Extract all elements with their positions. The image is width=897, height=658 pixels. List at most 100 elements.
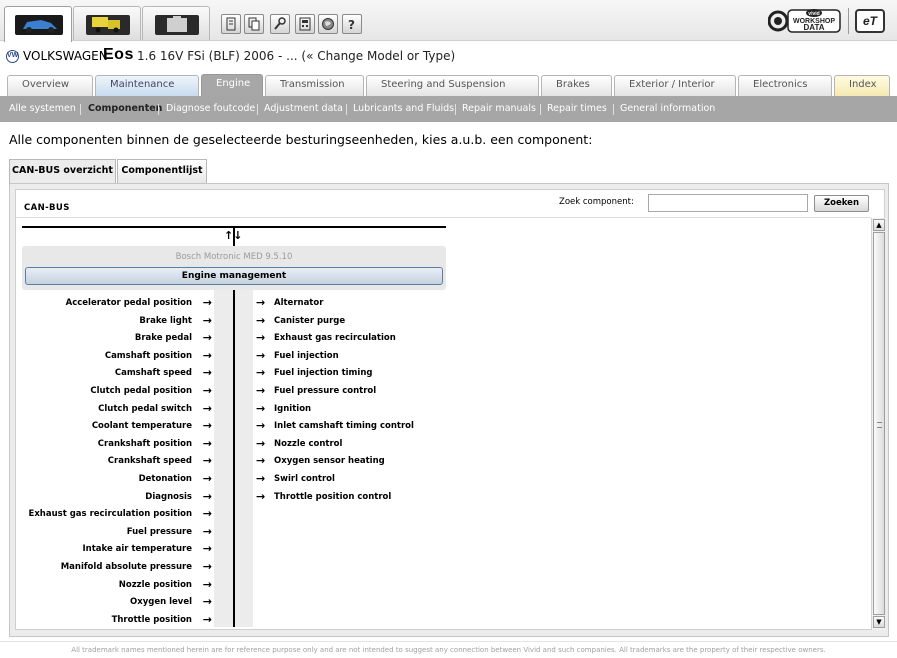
input-component-label[interactable]: Crankshaft position [98,439,192,449]
input-component-label[interactable]: Manifold absolute pressure [61,562,192,572]
tab-index[interactable]: Index [834,75,890,96]
subnav-adjustment-data[interactable]: Adjustment data [264,103,343,114]
tab-brakes[interactable]: Brakes [541,75,612,96]
input-component-item[interactable]: Throttle position → [16,613,216,629]
tab-exterior-interior[interactable]: Exterior / Interior [614,75,736,96]
input-component-item[interactable]: Clutch pedal position → [16,384,216,400]
output-component-item[interactable]: → Swirl control [256,472,476,488]
input-component-label[interactable]: Coolant temperature [92,421,192,431]
output-component-item[interactable]: → Fuel pressure control [256,384,476,400]
tab-component-list[interactable]: Componentlijst [117,159,207,183]
input-component-label[interactable]: Camshaft position [105,351,192,361]
input-component-label[interactable]: Fuel pressure [127,527,192,537]
input-component-item[interactable]: Diagnosis → [16,490,216,506]
output-component-label[interactable]: Exhaust gas recirculation [274,333,396,343]
output-component-item[interactable]: → Inlet camshaft timing control [256,419,476,435]
subnav-componenten[interactable]: Componenten [88,103,162,114]
input-component-label[interactable]: Exhaust gas recirculation position [29,509,192,519]
input-component-item[interactable]: Exhaust gas recirculation position → [16,507,216,523]
vehicle-tab-case[interactable] [142,6,210,40]
input-component-label[interactable]: Throttle position [112,615,192,625]
input-component-label[interactable]: Accelerator pedal position [66,298,192,308]
input-component-label[interactable]: Nozzle position [119,580,192,590]
input-component-label[interactable]: Brake pedal [135,333,192,343]
output-component-item[interactable]: → Fuel injection timing [256,366,476,382]
input-component-item[interactable]: Camshaft speed → [16,366,216,382]
input-component-item[interactable]: Accelerator pedal position → [16,296,216,312]
tool-document[interactable] [221,14,241,34]
output-component-item[interactable]: → Ignition [256,402,476,418]
output-component-item[interactable]: → Exhaust gas recirculation [256,331,476,347]
input-component-label[interactable]: Clutch pedal position [90,386,192,396]
output-component-label[interactable]: Inlet camshaft timing control [274,421,414,431]
subnav-diagnose-foutcode[interactable]: Diagnose foutcode [166,103,255,114]
input-component-item[interactable]: Coolant temperature → [16,419,216,435]
tool-wrench[interactable] [270,14,290,34]
search-component-input[interactable] [648,194,808,212]
scroll-down-icon[interactable]: ▼ [873,616,885,628]
input-component-item[interactable]: Detonation → [16,472,216,488]
output-component-label[interactable]: Fuel injection timing [274,368,372,378]
tool-globe[interactable] [318,14,338,34]
vertical-scrollbar[interactable]: ▲ ▼ [871,218,885,630]
input-component-label[interactable]: Crankshaft speed [108,456,192,466]
output-component-item[interactable]: → Canister purge [256,314,476,330]
output-component-item[interactable]: → Alternator [256,296,476,312]
tool-calculator[interactable] [295,14,315,34]
tab-engine[interactable]: Engine [201,74,263,96]
output-component-label[interactable]: Swirl control [274,474,335,484]
output-component-label[interactable]: Fuel injection [274,351,339,361]
scrollbar-thumb[interactable] [873,232,885,615]
input-component-label[interactable]: Oxygen level [130,597,192,607]
tab-steering-suspension[interactable]: Steering and Suspension [366,75,539,96]
tab-canbus-overview[interactable]: CAN-BUS overzicht [9,159,116,184]
tab-maintenance[interactable]: Maintenance [95,75,199,96]
output-component-item[interactable]: → Oxygen sensor heating [256,454,476,470]
input-component-item[interactable]: Oxygen level → [16,595,216,611]
subnav-alle-systemen[interactable]: Alle systemen [9,103,76,114]
subnav-repair-manuals[interactable]: Repair manuals [462,103,536,114]
input-component-item[interactable]: Crankshaft position → [16,437,216,453]
scroll-up-icon[interactable]: ▲ [873,219,885,231]
input-component-item[interactable]: Intake air temperature → [16,542,216,558]
subnav-lubricants-fluids[interactable]: Lubricants and Fluids [353,103,454,114]
search-button[interactable]: Zoeken [814,195,869,212]
output-component-label[interactable]: Canister purge [274,316,345,326]
input-component-item[interactable]: Brake light → [16,314,216,330]
tab-transmission[interactable]: Transmission [265,75,364,96]
vehicle-tab-car[interactable] [4,6,72,42]
tab-electronics[interactable]: Electronics [738,75,832,96]
tab-overview[interactable]: Overview [7,75,93,96]
output-component-label[interactable]: Alternator [274,298,323,308]
output-component-label[interactable]: Oxygen sensor heating [274,456,385,466]
input-component-item[interactable]: Manifold absolute pressure → [16,560,216,576]
input-component-item[interactable]: Camshaft position → [16,349,216,365]
tool-help[interactable]: ? [342,14,362,34]
subnav-repair-times[interactable]: Repair times [547,103,607,114]
input-component-label[interactable]: Clutch pedal switch [98,404,192,414]
input-component-label[interactable]: Camshaft speed [115,368,192,378]
tool-copy[interactable] [244,14,264,34]
output-component-label[interactable]: Ignition [274,404,311,414]
vehicle-tab-truck[interactable] [73,6,141,40]
vehicle-detail-change-link[interactable]: 1.6 16V FSi (BLF) 2006 - ... (« Change M… [137,49,455,63]
input-component-item[interactable]: Clutch pedal switch → [16,402,216,418]
input-component-item[interactable]: Nozzle position → [16,578,216,594]
input-component-item[interactable]: Brake pedal → [16,331,216,347]
input-component-label[interactable]: Diagnosis [145,492,192,502]
output-component-item[interactable]: → Fuel injection [256,349,476,365]
output-component-label[interactable]: Nozzle control [274,439,342,449]
input-component-label[interactable]: Detonation [139,474,192,484]
ecu-engine-management-button[interactable]: Engine management [25,267,443,285]
output-component-item[interactable]: → Throttle position control [256,490,476,506]
output-component-item[interactable]: → Nozzle control [256,437,476,453]
input-component-item[interactable]: Fuel pressure → [16,525,216,541]
subnav-separator [257,104,258,115]
arrow-right-icon: → [202,419,212,433]
input-component-label[interactable]: Brake light [139,316,192,326]
output-component-label[interactable]: Fuel pressure control [274,386,376,396]
input-component-item[interactable]: Crankshaft speed → [16,454,216,470]
input-component-label[interactable]: Intake air temperature [83,544,193,554]
subnav-general-information[interactable]: General information [620,103,715,114]
output-component-label[interactable]: Throttle position control [274,492,391,502]
